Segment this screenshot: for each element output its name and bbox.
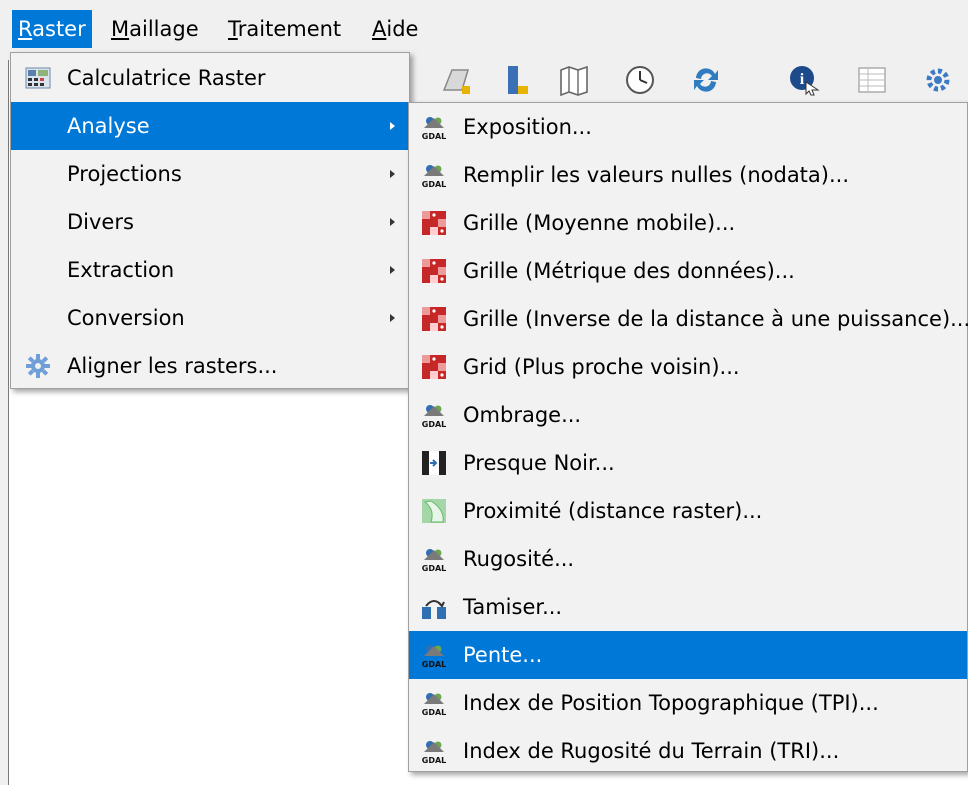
gdal-icon: GDAL bbox=[422, 693, 447, 716]
submenu-item-proximite[interactable]: Proximité (distance raster)... bbox=[409, 487, 967, 535]
grid-icon bbox=[422, 307, 446, 331]
submenu-item-label: Index de Rugosité du Terrain (TRI)... bbox=[463, 739, 840, 763]
settings-gear-icon[interactable] bbox=[922, 64, 954, 96]
grid-icon bbox=[422, 211, 446, 235]
menu-item-divers[interactable]: Divers bbox=[11, 198, 409, 246]
refresh-icon[interactable] bbox=[690, 64, 722, 96]
submenu-item-label: Index de Position Topographique (TPI)... bbox=[463, 691, 879, 715]
toolbar: i bbox=[410, 56, 968, 102]
nearblack-icon bbox=[422, 451, 446, 475]
submenu-item-label: Grid (Plus proche voisin)... bbox=[463, 355, 740, 379]
clock-icon[interactable] bbox=[624, 64, 656, 96]
menu-item-analyse[interactable]: Analyse bbox=[11, 102, 409, 150]
submenu-item-label: Presque Noir... bbox=[463, 451, 615, 475]
svg-text:GDAL: GDAL bbox=[422, 564, 447, 572]
svg-text:GDAL: GDAL bbox=[422, 660, 447, 668]
gdal-icon: GDAL bbox=[422, 741, 447, 764]
svg-text:GDAL: GDAL bbox=[422, 420, 447, 428]
qgis-window: Raster Maillage Traitement Aide i Calcul… bbox=[0, 0, 968, 785]
svg-text:i: i bbox=[800, 71, 805, 88]
menu-item-label: Aligner les rasters... bbox=[67, 354, 278, 378]
submenu-item-grille-moyenne-mobile[interactable]: Grille (Moyenne mobile)... bbox=[409, 199, 967, 247]
menu-traitement-accel: T bbox=[228, 17, 238, 41]
menu-item-conversion[interactable]: Conversion bbox=[11, 294, 409, 342]
submenu-item-rugosite[interactable]: GDAL Rugosité... bbox=[409, 535, 967, 583]
menu-item-label: Conversion bbox=[67, 306, 185, 330]
svg-text:GDAL: GDAL bbox=[422, 180, 447, 188]
submenu-item-presque-noir[interactable]: Presque Noir... bbox=[409, 439, 967, 487]
svg-text:GDAL: GDAL bbox=[422, 132, 447, 140]
menubar: Raster Maillage Traitement Aide bbox=[0, 0, 968, 56]
submenu-item-label: Exposition... bbox=[463, 115, 592, 139]
menu-aide[interactable]: Aide bbox=[366, 10, 424, 48]
submenu-arrow-icon bbox=[390, 170, 395, 178]
menu-traitement-label: raitement bbox=[237, 17, 342, 41]
submenu-item-tpi[interactable]: GDAL Index de Position Topographique (TP… bbox=[409, 679, 967, 727]
map-icon[interactable] bbox=[558, 64, 590, 96]
gdal-icon: GDAL bbox=[422, 405, 447, 428]
submenu-item-label: Ombrage... bbox=[463, 403, 582, 427]
submenu-item-grille-inverse-distance[interactable]: Grille (Inverse de la distance à une pui… bbox=[409, 295, 968, 343]
svg-text:GDAL: GDAL bbox=[422, 756, 447, 764]
submenu-item-label: Tamiser... bbox=[463, 595, 563, 619]
menu-aide-accel: A bbox=[372, 17, 387, 41]
menu-item-label: Divers bbox=[67, 210, 134, 234]
submenu-item-label: Proximité (distance raster)... bbox=[463, 499, 763, 523]
submenu-item-exposition[interactable]: GDAL Exposition... bbox=[409, 103, 967, 151]
menu-aide-label: ide bbox=[386, 17, 419, 41]
analyse-submenu: GDAL Exposition... GDAL Remplir les vale… bbox=[408, 102, 968, 772]
add-layer-icon[interactable] bbox=[500, 64, 532, 96]
window-border bbox=[8, 60, 9, 785]
submenu-item-grille-metrique[interactable]: Grille (Métrique des données)... bbox=[409, 247, 967, 295]
identify-icon[interactable]: i bbox=[788, 64, 820, 96]
menu-item-calculatrice-raster[interactable]: Calculatrice Raster bbox=[11, 54, 409, 102]
menu-maillage-accel: M bbox=[111, 17, 130, 41]
menu-maillage[interactable]: Maillage bbox=[105, 10, 205, 48]
submenu-arrow-icon bbox=[390, 122, 395, 130]
menu-traitement[interactable]: Traitement bbox=[222, 10, 347, 48]
submenu-item-tri[interactable]: GDAL Index de Rugosité du Terrain (TRI).… bbox=[409, 727, 967, 775]
submenu-item-pente[interactable]: GDAL Pente... bbox=[409, 631, 967, 679]
submenu-arrow-icon bbox=[390, 266, 395, 274]
gear-icon bbox=[26, 354, 50, 378]
submenu-item-label: Grille (Métrique des données)... bbox=[463, 259, 795, 283]
submenu-arrow-icon bbox=[390, 314, 395, 322]
raster-calculator-icon bbox=[25, 67, 51, 89]
submenu-item-label: Rugosité... bbox=[463, 547, 575, 571]
menu-item-extraction[interactable]: Extraction bbox=[11, 246, 409, 294]
submenu-item-remplir-nodata[interactable]: GDAL Remplir les valeurs nulles (nodata)… bbox=[409, 151, 967, 199]
sieve-icon bbox=[422, 600, 446, 619]
submenu-item-label: Pente... bbox=[463, 643, 543, 667]
submenu-item-label: Grille (Inverse de la distance à une pui… bbox=[463, 307, 968, 331]
gdal-icon: GDAL bbox=[422, 645, 447, 668]
gdal-icon: GDAL bbox=[422, 549, 447, 572]
menu-raster-label: aster bbox=[32, 17, 86, 41]
proximity-icon bbox=[422, 499, 446, 523]
submenu-item-grid-plus-proche-voisin[interactable]: Grid (Plus proche voisin)... bbox=[409, 343, 967, 391]
menu-maillage-label: aillage bbox=[129, 17, 199, 41]
grid-icon bbox=[422, 259, 446, 283]
menu-raster[interactable]: Raster bbox=[12, 10, 92, 48]
submenu-item-tamiser[interactable]: Tamiser... bbox=[409, 583, 967, 631]
grid-icon bbox=[422, 355, 446, 379]
submenu-item-label: Grille (Moyenne mobile)... bbox=[463, 211, 736, 235]
menu-raster-accel: R bbox=[18, 17, 33, 41]
georeferencer-icon[interactable] bbox=[440, 64, 472, 96]
menu-item-label: Analyse bbox=[67, 114, 150, 138]
raster-menu: Calculatrice Raster Analyse Projections … bbox=[10, 52, 410, 389]
gdal-icon: GDAL bbox=[422, 117, 447, 140]
menu-item-label: Projections bbox=[67, 162, 182, 186]
submenu-arrow-icon bbox=[390, 218, 395, 226]
menu-item-label: Calculatrice Raster bbox=[67, 66, 266, 90]
menu-item-label: Extraction bbox=[67, 258, 175, 282]
submenu-item-ombrage[interactable]: GDAL Ombrage... bbox=[409, 391, 967, 439]
svg-text:GDAL: GDAL bbox=[422, 708, 447, 716]
attribute-table-icon[interactable] bbox=[856, 64, 888, 96]
submenu-item-label: Remplir les valeurs nulles (nodata)... bbox=[463, 163, 850, 187]
menu-item-projections[interactable]: Projections bbox=[11, 150, 409, 198]
gdal-icon: GDAL bbox=[422, 165, 447, 188]
menu-item-aligner-rasters[interactable]: Aligner les rasters... bbox=[11, 342, 409, 390]
